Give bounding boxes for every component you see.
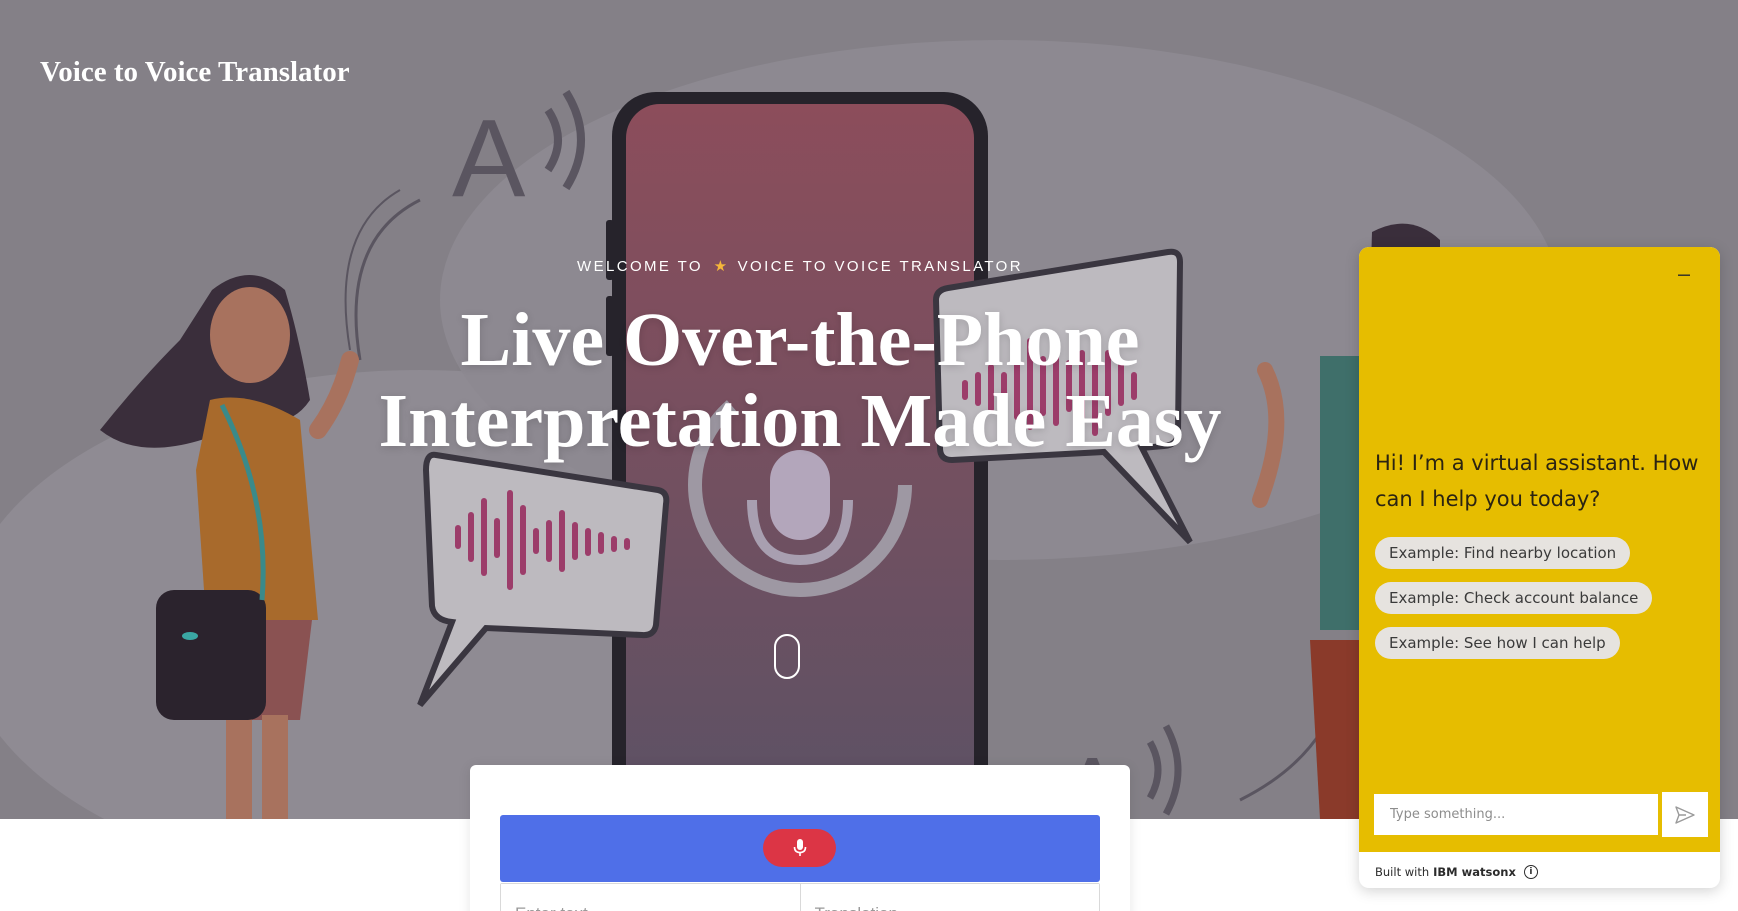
chat-body: Hi! I’m a virtual assistant. How can I h… xyxy=(1359,247,1720,852)
microphone-graphic xyxy=(770,450,830,540)
translator-card xyxy=(470,765,1130,911)
footer-brand: IBM watsonx xyxy=(1433,865,1516,879)
headline-line-2: Interpretation Made Easy xyxy=(378,379,1222,463)
record-button[interactable] xyxy=(763,829,836,867)
source-text-input[interactable] xyxy=(501,884,800,911)
translation-output[interactable] xyxy=(800,884,1099,911)
suggestion-chip[interactable]: Example: Find nearby location xyxy=(1375,537,1631,569)
scroll-down-icon[interactable] xyxy=(774,634,800,679)
handbag-graphic xyxy=(156,590,266,720)
site-title[interactable]: Voice to Voice Translator xyxy=(40,56,350,89)
suggestion-chip[interactable]: Example: Check account balance xyxy=(1375,582,1653,614)
send-icon xyxy=(1675,805,1695,824)
microphone-icon xyxy=(793,839,806,856)
welcome-suffix: VOICE TO VOICE TRANSLATOR xyxy=(737,258,1023,275)
minimize-button[interactable] xyxy=(1672,263,1696,287)
footer-prefix: Built with xyxy=(1375,865,1430,879)
headline-line-1: Live Over-the-Phone xyxy=(460,298,1140,382)
record-bar xyxy=(500,815,1100,882)
minus-icon xyxy=(1678,274,1690,276)
welcome-prefix: WELCOME TO xyxy=(577,258,703,275)
chat-greeting: Hi! I’m a virtual assistant. How can I h… xyxy=(1375,451,1699,511)
star-icon: ★ xyxy=(713,258,728,275)
letter-a-graphic: A xyxy=(452,97,526,220)
chat-message-input[interactable] xyxy=(1372,792,1660,837)
suggestion-chip[interactable]: Example: See how I can help xyxy=(1375,627,1620,659)
info-icon[interactable]: i xyxy=(1523,865,1538,879)
send-button[interactable] xyxy=(1662,792,1708,837)
text-fields-row xyxy=(500,883,1100,911)
chat-footer: Built with IBM watsonx i xyxy=(1375,865,1538,879)
chat-widget: Hi! I’m a virtual assistant. How can I h… xyxy=(1359,247,1720,888)
